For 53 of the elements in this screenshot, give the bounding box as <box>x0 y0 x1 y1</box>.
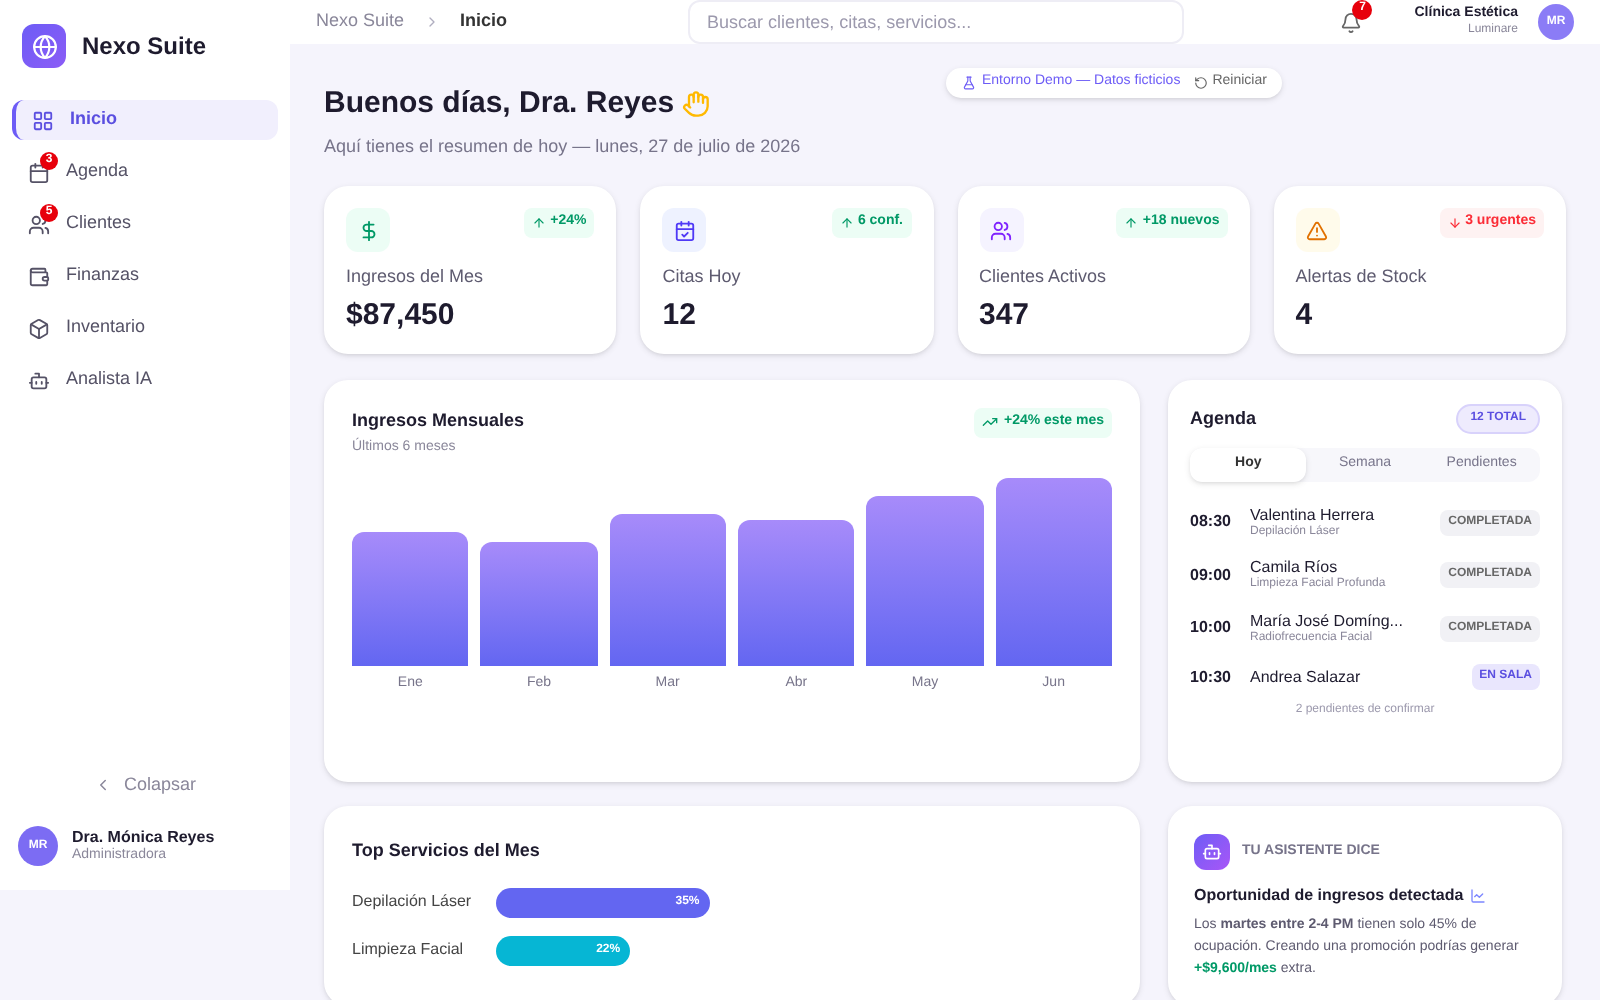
insight-title: Oportunidad de ingresos detectada <box>1194 884 1464 908</box>
nav-item[interactable]: Inicio <box>12 100 278 140</box>
globe-logo-icon <box>22 24 66 68</box>
client-name: Camila Ríos <box>1250 558 1340 577</box>
notification-bell-icon[interactable] <box>1340 11 1363 33</box>
reset-icon <box>1194 76 1209 90</box>
appointment-time: 10:30 <box>1190 665 1233 689</box>
service-label: Limpieza Facial <box>352 938 466 962</box>
service-label: Depilación Láser <box>352 890 474 914</box>
revenue-bar <box>352 532 469 666</box>
stat-label: Ingresos del Mes <box>346 264 486 290</box>
client-name: Andrea Salazar <box>1250 667 1363 687</box>
appointment-time: 10:00 <box>1190 616 1233 641</box>
nav-item[interactable]: Inventario <box>12 308 278 348</box>
breadcrumb-item: Inicio <box>460 8 508 35</box>
dollar-icon <box>346 208 390 252</box>
collapse-button[interactable]: Colapsar <box>0 771 290 798</box>
waving-hand-icon <box>682 90 711 119</box>
stat-label: Citas Hoy <box>662 264 743 290</box>
robot-icon <box>28 369 50 391</box>
wallet-icon <box>28 265 50 287</box>
stat-label: Alertas de Stock <box>1295 264 1429 290</box>
calendar-check-icon <box>662 208 707 252</box>
brand-name: Nexo Suite <box>82 30 207 64</box>
client-name: Valentina Herrera <box>1250 505 1377 525</box>
box-icon <box>28 317 50 339</box>
client-name: María José Domíng... <box>1250 611 1405 631</box>
nav-item[interactable]: Finanzas <box>12 256 278 296</box>
stat-label: Clientes Activos <box>979 264 1109 290</box>
breadcrumb-item[interactable]: Nexo Suite <box>316 8 405 36</box>
grid-icon <box>32 109 54 131</box>
stat-value: 4 <box>1295 295 1315 335</box>
chart-title: Ingresos Mensuales <box>352 408 525 434</box>
stat-value: $87,450 <box>346 295 457 335</box>
greeting-subtitle: Aquí tienes el resumen de hoy — lunes, 27 de julio de 2026 <box>324 133 803 160</box>
nav-item[interactable]: Analista IA <box>12 360 278 400</box>
calendar-icon <box>28 161 50 183</box>
services-title: Top Servicios del Mes <box>352 838 542 864</box>
greeting-title: Buenos días, Dra. Reyes <box>324 84 675 124</box>
chart-icon <box>1469 888 1486 904</box>
revenue-bar <box>480 542 598 666</box>
appointment-time: 09:00 <box>1190 563 1233 588</box>
stat-value: 12 <box>662 295 698 335</box>
appointment-time: 08:30 <box>1190 510 1233 535</box>
stat-value: 347 <box>979 295 1032 335</box>
users-icon <box>28 213 50 235</box>
user-name: Dra. Mónica Reyes <box>72 827 215 847</box>
robot-icon <box>1194 834 1230 870</box>
users-icon <box>979 208 1023 252</box>
search-field[interactable]: Buscar clientes, citas, servicios... <box>687 0 1184 44</box>
warning-icon <box>1295 208 1340 252</box>
flask-icon <box>962 76 976 90</box>
agenda-title: Agenda <box>1190 405 1257 432</box>
